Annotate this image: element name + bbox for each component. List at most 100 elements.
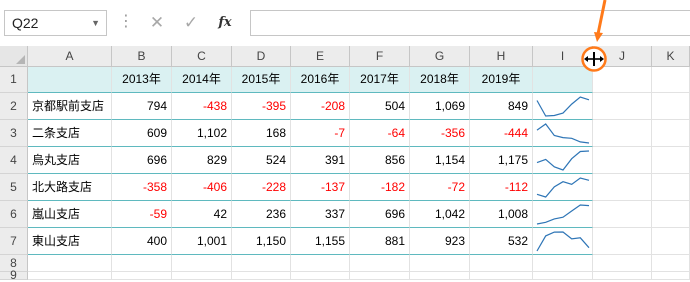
value-cell[interactable]: -228 — [232, 174, 291, 201]
year-header[interactable]: 2017年 — [350, 67, 410, 93]
empty-cell[interactable] — [350, 255, 410, 272]
grip-icon[interactable]: ⋮ — [118, 14, 134, 30]
empty-cell[interactable] — [652, 174, 690, 201]
value-cell[interactable]: 504 — [350, 93, 410, 120]
empty-cell[interactable] — [291, 255, 350, 272]
empty-cell[interactable] — [652, 120, 690, 147]
row-header-1[interactable]: 1 — [0, 67, 28, 93]
row-header-4[interactable]: 4 — [0, 147, 28, 174]
value-cell[interactable]: 168 — [232, 120, 291, 147]
value-cell[interactable]: 923 — [410, 228, 470, 255]
empty-cell[interactable] — [593, 201, 652, 228]
value-cell[interactable]: 609 — [112, 120, 172, 147]
column-header-c[interactable]: C — [172, 46, 232, 67]
branch-name[interactable]: 嵐山支店 — [28, 201, 112, 228]
select-all-button[interactable] — [0, 46, 28, 67]
value-cell[interactable]: 1,008 — [470, 201, 533, 228]
column-header-h[interactable]: H — [470, 46, 533, 67]
value-cell[interactable]: -438 — [172, 93, 232, 120]
name-box[interactable]: Q22 ▼ — [4, 10, 107, 36]
empty-cell[interactable] — [593, 272, 652, 280]
value-cell[interactable]: 1,042 — [410, 201, 470, 228]
sparkline-cell[interactable] — [533, 174, 593, 201]
empty-cell[interactable] — [28, 255, 112, 272]
empty-cell[interactable] — [652, 228, 690, 255]
column-header-k[interactable]: K — [652, 46, 690, 67]
value-cell[interactable]: 829 — [172, 147, 232, 174]
value-cell[interactable]: 1,150 — [232, 228, 291, 255]
year-header[interactable]: 2016年 — [291, 67, 350, 93]
empty-cell[interactable] — [232, 255, 291, 272]
empty-cell[interactable] — [533, 255, 593, 272]
formula-input[interactable] — [250, 10, 690, 36]
value-cell[interactable]: -59 — [112, 201, 172, 228]
check-icon[interactable]: ✓ — [178, 10, 204, 36]
empty-cell[interactable] — [652, 201, 690, 228]
value-cell[interactable]: 1,102 — [172, 120, 232, 147]
column-header-f[interactable]: F — [350, 46, 410, 67]
empty-cell[interactable] — [470, 272, 533, 280]
insert-function-button[interactable]: fx — [212, 10, 238, 36]
sparkline-cell[interactable] — [533, 147, 593, 174]
row-header-6[interactable]: 6 — [0, 201, 28, 228]
value-cell[interactable]: 794 — [112, 93, 172, 120]
empty-cell[interactable] — [533, 272, 593, 280]
value-cell[interactable]: -358 — [112, 174, 172, 201]
branch-name[interactable]: 東山支店 — [28, 228, 112, 255]
empty-cell[interactable] — [470, 255, 533, 272]
value-cell[interactable]: 1,154 — [410, 147, 470, 174]
value-cell[interactable]: 391 — [291, 147, 350, 174]
value-cell[interactable]: 524 — [232, 147, 291, 174]
year-header[interactable]: 2019年 — [470, 67, 533, 93]
value-cell[interactable]: 532 — [470, 228, 533, 255]
empty-cell[interactable] — [112, 272, 172, 280]
value-cell[interactable]: 236 — [232, 201, 291, 228]
column-header-d[interactable]: D — [232, 46, 291, 67]
value-cell[interactable]: -182 — [350, 174, 410, 201]
empty-cell[interactable] — [291, 272, 350, 280]
empty-cell[interactable] — [652, 93, 690, 120]
value-cell[interactable]: -444 — [470, 120, 533, 147]
value-cell[interactable]: -406 — [172, 174, 232, 201]
chevron-down-icon[interactable]: ▼ — [91, 11, 100, 35]
empty-cell[interactable] — [593, 255, 652, 272]
value-cell[interactable]: 337 — [291, 201, 350, 228]
year-header[interactable]: 2013年 — [112, 67, 172, 93]
year-header[interactable]: 2018年 — [410, 67, 470, 93]
value-cell[interactable]: 1,069 — [410, 93, 470, 120]
value-cell[interactable]: -356 — [410, 120, 470, 147]
empty-cell[interactable] — [652, 272, 690, 280]
value-cell[interactable]: 1,155 — [291, 228, 350, 255]
sparkline-cell[interactable] — [533, 201, 593, 228]
value-cell[interactable]: -395 — [232, 93, 291, 120]
sparkline-cell[interactable] — [533, 93, 593, 120]
empty-cell[interactable] — [593, 174, 652, 201]
empty-cell[interactable] — [593, 120, 652, 147]
value-cell[interactable]: 42 — [172, 201, 232, 228]
empty-cell[interactable] — [112, 255, 172, 272]
empty-cell[interactable] — [410, 255, 470, 272]
year-header[interactable]: 2015年 — [232, 67, 291, 93]
column-header-b[interactable]: B — [112, 46, 172, 67]
empty-cell[interactable] — [593, 228, 652, 255]
empty-cell[interactable] — [28, 272, 112, 280]
empty-cell[interactable] — [593, 147, 652, 174]
value-cell[interactable]: -72 — [410, 174, 470, 201]
value-cell[interactable]: 881 — [350, 228, 410, 255]
row-header-9[interactable]: 9 — [0, 269, 28, 281]
empty-cell[interactable] — [410, 272, 470, 280]
value-cell[interactable]: -7 — [291, 120, 350, 147]
branch-name[interactable]: 北大路支店 — [28, 174, 112, 201]
value-cell[interactable]: 400 — [112, 228, 172, 255]
row-header-3[interactable]: 3 — [0, 120, 28, 147]
empty-cell[interactable] — [172, 272, 232, 280]
value-cell[interactable]: 1,001 — [172, 228, 232, 255]
column-header-e[interactable]: E — [291, 46, 350, 67]
empty-cell[interactable] — [652, 147, 690, 174]
empty-cell[interactable] — [232, 272, 291, 280]
x-icon[interactable]: ✕ — [144, 10, 170, 36]
sparkline-cell[interactable] — [533, 228, 593, 255]
year-header[interactable]: 2014年 — [172, 67, 232, 93]
branch-name[interactable]: 二条支店 — [28, 120, 112, 147]
branch-name[interactable]: 烏丸支店 — [28, 147, 112, 174]
